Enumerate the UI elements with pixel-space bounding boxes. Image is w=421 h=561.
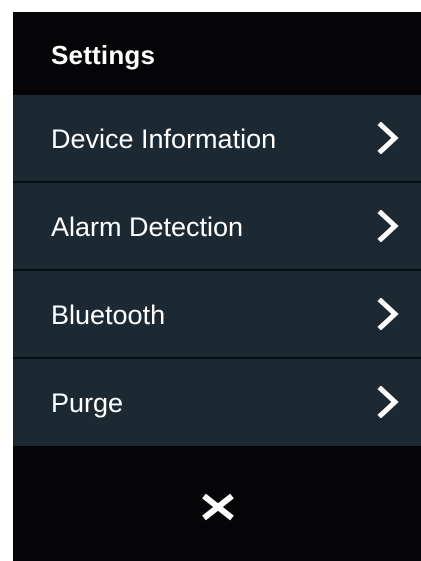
chevron-right-icon	[377, 122, 399, 154]
chevron-right-icon	[377, 386, 399, 418]
chevron-right-icon	[377, 298, 399, 330]
close-icon	[202, 493, 234, 521]
menu-item-purge[interactable]: Purge	[13, 359, 421, 446]
settings-screen: Settings Device Information Alarm Detect…	[13, 12, 421, 561]
close-button[interactable]	[173, 472, 263, 542]
menu-item-bluetooth[interactable]: Bluetooth	[13, 271, 421, 358]
menu-item-label: Alarm Detection	[51, 212, 244, 242]
menu-item-alarm-detection[interactable]: Alarm Detection	[13, 183, 421, 270]
menu-item-device-information[interactable]: Device Information	[13, 95, 421, 182]
menu-item-label: Purge	[51, 388, 124, 418]
header: Settings	[13, 12, 421, 95]
menu-item-label: Device Information	[51, 124, 277, 154]
menu-item-label: Bluetooth	[51, 300, 166, 330]
chevron-right-icon	[377, 210, 399, 242]
page-title: Settings	[51, 40, 156, 70]
